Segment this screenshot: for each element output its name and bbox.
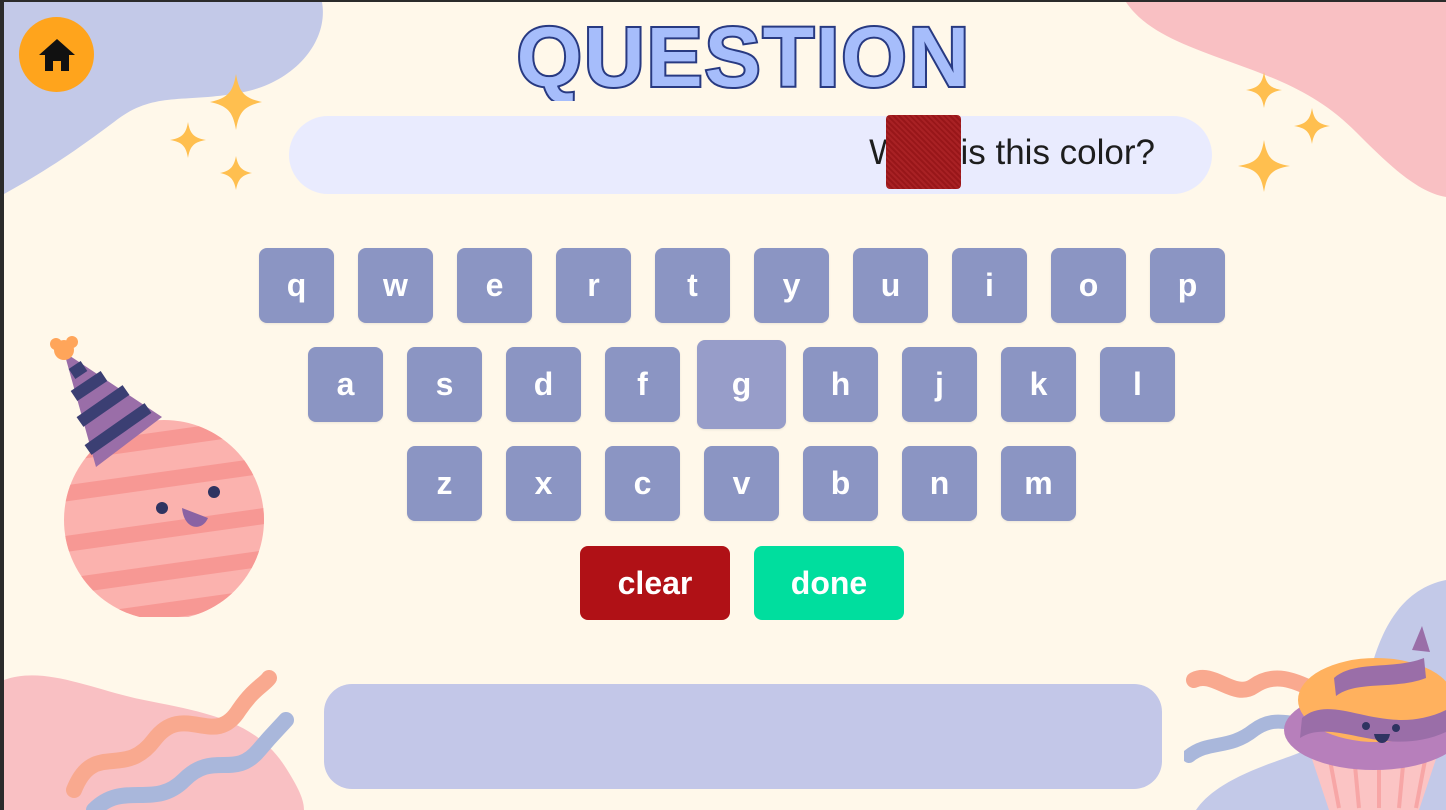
key-b[interactable]: b — [803, 446, 878, 521]
color-swatch — [886, 115, 961, 189]
key-d[interactable]: d — [506, 347, 581, 422]
home-icon — [38, 38, 75, 71]
answer-field[interactable] — [324, 684, 1162, 789]
key-e[interactable]: e — [457, 248, 532, 323]
sparkles-left-decoration — [170, 74, 262, 190]
sparkles-right-decoration — [1238, 72, 1330, 192]
question-text: What is this color? — [869, 133, 1155, 172]
key-r[interactable]: r — [556, 248, 631, 323]
party-planet-decoration — [50, 336, 264, 617]
key-l[interactable]: l — [1100, 347, 1175, 422]
game-screen: QUESTION What is this color? qwertyuiop a… — [4, 2, 1446, 810]
key-o[interactable]: o — [1051, 248, 1126, 323]
ribbons-decoration — [66, 670, 294, 810]
key-f[interactable]: f — [605, 347, 680, 422]
key-w[interactable]: w — [358, 248, 433, 323]
key-v[interactable]: v — [704, 446, 779, 521]
key-g[interactable]: g — [697, 340, 786, 429]
key-t[interactable]: t — [655, 248, 730, 323]
question-bar: What is this color? — [289, 115, 1212, 194]
home-button[interactable] — [19, 17, 94, 92]
key-n[interactable]: n — [902, 446, 977, 521]
key-c[interactable]: c — [605, 446, 680, 521]
key-i[interactable]: i — [952, 248, 1027, 323]
done-button[interactable]: done — [754, 546, 904, 620]
key-p[interactable]: p — [1150, 248, 1225, 323]
key-q[interactable]: q — [259, 248, 334, 323]
key-z[interactable]: z — [407, 446, 482, 521]
question-title-banner: QUESTION — [515, 8, 972, 101]
key-m[interactable]: m — [1001, 446, 1076, 521]
key-k[interactable]: k — [1001, 347, 1076, 422]
key-x[interactable]: x — [506, 446, 581, 521]
cupcake-decoration — [1184, 626, 1446, 810]
key-y[interactable]: y — [754, 248, 829, 323]
key-h[interactable]: h — [803, 347, 878, 422]
key-u[interactable]: u — [853, 248, 928, 323]
key-s[interactable]: s — [407, 347, 482, 422]
clear-button[interactable]: clear — [580, 546, 730, 620]
question-title-text: QUESTION — [517, 10, 972, 101]
key-a[interactable]: a — [308, 347, 383, 422]
key-j[interactable]: j — [902, 347, 977, 422]
